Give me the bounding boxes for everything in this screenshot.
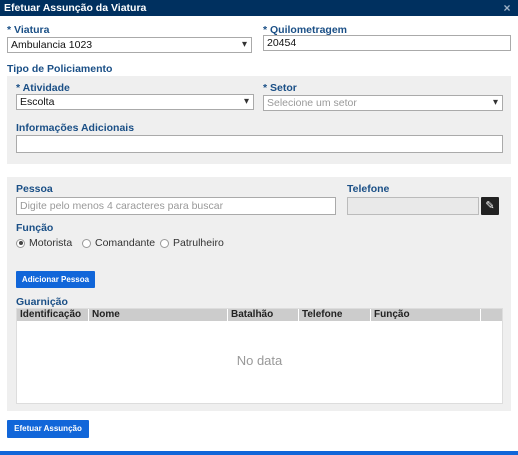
column-header-identificacao[interactable]: Identificação — [17, 309, 89, 321]
edit-telefone-button[interactable]: ✎ — [481, 197, 499, 215]
column-header-telefone[interactable]: Telefone — [299, 309, 371, 321]
setor-select[interactable]: Selecione um setor — [263, 95, 503, 111]
guarnicao-label: Guarnição — [16, 296, 68, 308]
funcao-option-label: Patrulheiro — [173, 237, 224, 249]
funcao-radio-motorista[interactable]: Motorista — [16, 237, 72, 249]
atividade-value: Escolta — [20, 96, 55, 108]
quilometragem-input[interactable]: 20454 — [263, 35, 511, 51]
pessoa-placeholder: Digite pelo menos 4 caracteres para busc… — [20, 200, 224, 212]
dialog-title: Efetuar Assunção da Viatura — [4, 2, 147, 14]
radio-icon — [160, 238, 169, 248]
funcao-label: Função — [16, 222, 54, 234]
funcao-option-label: Motorista — [29, 237, 73, 249]
setor-placeholder: Selecione um setor — [267, 97, 357, 109]
column-header-nome[interactable]: Nome — [89, 309, 228, 321]
close-icon[interactable]: × — [501, 2, 513, 14]
viatura-select[interactable]: Ambulancia 1023 — [7, 37, 252, 53]
viatura-label: * Viatura — [7, 24, 50, 36]
quilometragem-value: 20454 — [267, 37, 297, 49]
pessoa-label: Pessoa — [16, 183, 53, 195]
viatura-value: Ambulancia 1023 — [11, 39, 93, 51]
pessoa-search-input[interactable]: Digite pelo menos 4 caracteres para busc… — [16, 197, 336, 215]
funcao-radio-comandante[interactable]: Comandante — [82, 237, 155, 249]
tipo-policiamento-label: Tipo de Policiamento — [7, 63, 113, 75]
telefone-label: Telefone — [347, 183, 390, 195]
dialog-titlebar: Efetuar Assunção da Viatura × — [0, 0, 518, 16]
info-adicionais-input[interactable] — [16, 135, 503, 153]
info-adicionais-label: Informações Adicionais — [16, 122, 135, 134]
atividade-select[interactable]: Escolta — [16, 94, 254, 110]
pencil-icon: ✎ — [485, 200, 495, 212]
radio-icon — [82, 238, 91, 248]
column-header-batalhao[interactable]: Batalhão — [228, 309, 299, 321]
bottom-accent-bar — [0, 451, 518, 455]
atividade-label: * Atividade — [16, 82, 70, 94]
guarnicao-table: Identificação Nome Batalhão Telefone Fun… — [16, 308, 503, 404]
telefone-input — [347, 197, 479, 215]
funcao-radio-patrulheiro[interactable]: Patrulheiro — [160, 237, 224, 249]
column-header-funcao[interactable]: Função — [371, 309, 481, 321]
efetuar-assuncao-button[interactable]: Efetuar Assunção — [7, 420, 89, 438]
setor-label: * Setor — [263, 82, 297, 94]
radio-icon — [16, 238, 25, 248]
adicionar-pessoa-button[interactable]: Adicionar Pessoa — [16, 271, 95, 288]
funcao-option-label: Comandante — [95, 237, 156, 249]
empty-table-message: No data — [236, 353, 283, 368]
